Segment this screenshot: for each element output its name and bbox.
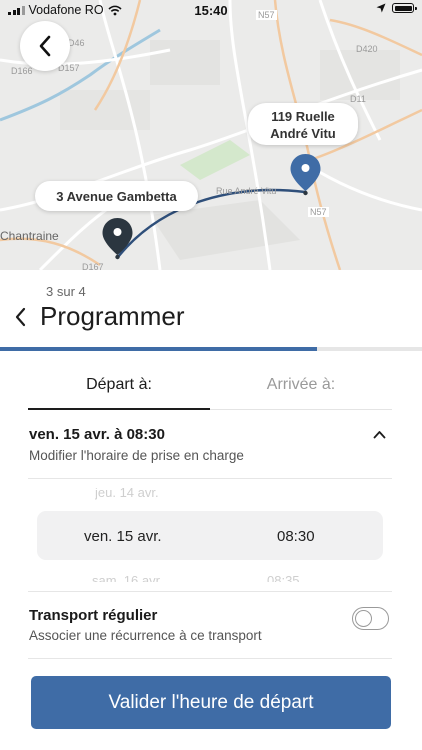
step-indicator: 3 sur 4 — [46, 284, 86, 299]
picker-selected-date[interactable]: ven. 15 avr. — [84, 528, 162, 545]
dropoff-address-bubble[interactable]: 119 Ruelle André Vitu — [248, 103, 358, 145]
confirm-departure-button[interactable]: Valider l'heure de départ — [31, 676, 391, 729]
picker-next-time[interactable]: 08:35 — [267, 573, 300, 582]
status-time: 15:40 — [194, 3, 228, 18]
pickup-address-bubble[interactable]: 3 Avenue Gambetta — [35, 181, 198, 211]
selected-datetime[interactable]: ven. 15 avr. à 08:30 — [29, 426, 165, 443]
divider — [28, 658, 392, 659]
route-map[interactable]: D46 D157 D166 N57 D420 D11 N57 Rue André… — [0, 0, 422, 270]
divider — [28, 591, 392, 592]
selected-datetime-subtitle: Modifier l'horaire de prise en charge — [29, 448, 244, 463]
map-label-n57-bottom: N57 — [308, 207, 329, 217]
dropoff-address-line2: André Vitu — [270, 126, 336, 141]
recurring-title: Transport régulier — [29, 607, 158, 624]
time-mode-tabs: Départ à: Arrivée à: — [28, 366, 392, 410]
map-label-d167: D167 — [82, 262, 104, 270]
dropoff-address-line1: 119 Ruelle — [271, 109, 335, 124]
map-label-d420: D420 — [356, 44, 378, 54]
toggle-knob — [354, 609, 372, 627]
map-back-button[interactable] — [20, 21, 70, 71]
pickup-address-label: 3 Avenue Gambetta — [56, 189, 177, 204]
map-label-chantraine: Chantraine — [0, 229, 59, 243]
recurring-toggle[interactable] — [352, 607, 389, 630]
divider — [28, 478, 392, 479]
page-title: Programmer — [40, 301, 185, 331]
map-label-street: Rue André Vitu — [216, 186, 277, 196]
chevron-left-icon — [39, 35, 51, 57]
map-label-d166: D166 — [11, 66, 33, 76]
tab-departure[interactable]: Départ à: — [28, 366, 210, 410]
back-chevron-icon[interactable] — [14, 307, 28, 327]
map-label-d46: D46 — [68, 38, 85, 48]
pickup-pin-icon[interactable] — [101, 217, 134, 261]
dropoff-pin-icon[interactable] — [289, 153, 322, 197]
map-label-d11: D11 — [350, 94, 366, 104]
tab-arrival[interactable]: Arrivée à: — [210, 366, 392, 410]
recurring-subtitle: Associer une récurrence à ce transport — [29, 628, 262, 643]
battery-icon — [392, 3, 417, 13]
picker-selected-time[interactable]: 08:30 — [277, 528, 315, 545]
page-header: Programmer — [14, 301, 184, 332]
picker-next-date[interactable]: sam. 16 avr. — [92, 573, 163, 582]
chevron-up-icon[interactable] — [373, 430, 386, 439]
status-bar: Vodafone RO 15:40 — [0, 0, 422, 22]
location-arrow-icon — [376, 3, 386, 13]
